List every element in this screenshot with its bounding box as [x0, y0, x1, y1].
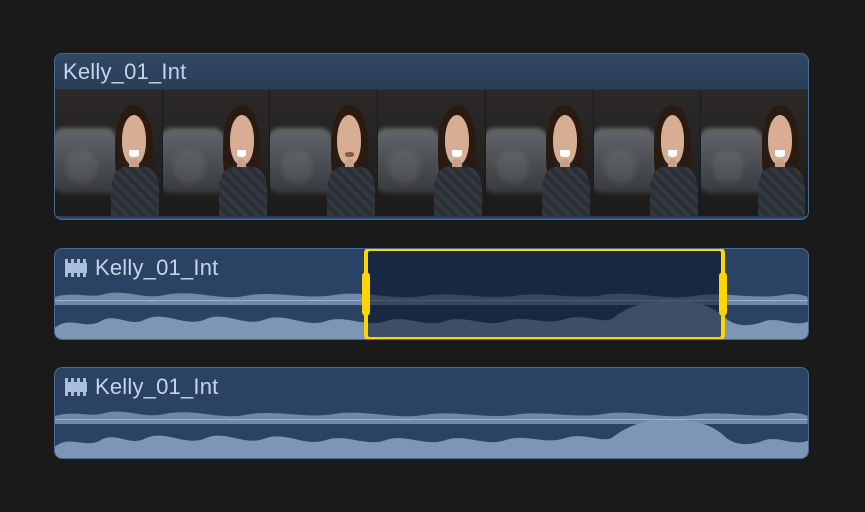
- filmstrip-icon: [65, 259, 87, 277]
- filmstrip[interactable]: [55, 90, 808, 216]
- clip-title-label: Kelly_01_Int: [63, 59, 187, 85]
- audio-midline: [55, 300, 808, 301]
- timeline-browser: Kelly_01_Int Kelly_01_Int: [0, 0, 865, 512]
- thumbnail[interactable]: [485, 90, 593, 216]
- clip-title-bar: Kelly_01_Int: [55, 54, 808, 90]
- thumbnail[interactable]: [593, 90, 701, 216]
- clip-title-label: Kelly_01_Int: [95, 255, 219, 281]
- thumbnail[interactable]: [162, 90, 270, 216]
- thumbnail[interactable]: [377, 90, 485, 216]
- video-clip[interactable]: Kelly_01_Int: [54, 53, 809, 220]
- waveform-lower: [55, 417, 808, 458]
- audio-midline: [55, 419, 808, 420]
- clip-title-bar: Kelly_01_Int: [55, 368, 808, 406]
- clip-title-bar: Kelly_01_Int: [55, 249, 808, 287]
- thumbnail[interactable]: [55, 90, 162, 216]
- audio-clip[interactable]: Kelly_01_Int: [54, 367, 809, 459]
- waveform-lower: [55, 298, 808, 339]
- thumbnail[interactable]: [700, 90, 808, 216]
- audio-clip[interactable]: Kelly_01_Int: [54, 248, 809, 340]
- filmstrip-icon: [65, 378, 87, 396]
- clip-title-label: Kelly_01_Int: [95, 374, 219, 400]
- thumbnail[interactable]: [269, 90, 377, 216]
